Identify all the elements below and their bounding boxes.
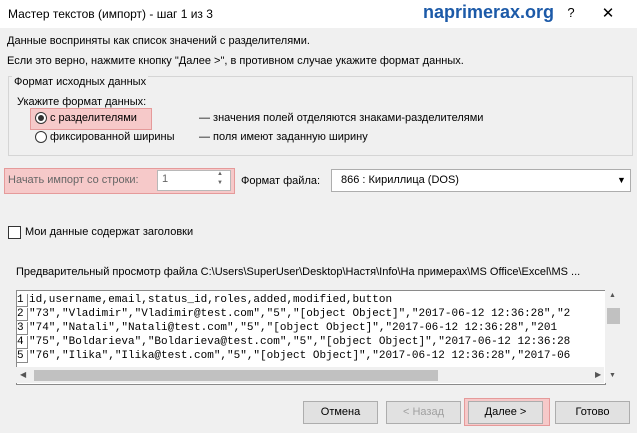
row-number: 3 — [17, 322, 28, 335]
back-button[interactable]: < Назад — [386, 401, 461, 424]
row-number: 1 — [17, 294, 28, 307]
row-number: 2 — [17, 308, 28, 321]
row-text: id,username,email,status_id,roles,added,… — [29, 294, 393, 306]
intro-line-2: Если это верно, нажмите кнопку "Далее >"… — [7, 55, 464, 67]
row-text: "76","Ilika","Ilika@test.com","5","[obje… — [29, 350, 571, 362]
file-format-value[interactable]: 866 : Кириллица (DOS) — [341, 174, 459, 186]
vertical-scroll-thumb[interactable] — [607, 308, 620, 324]
start-row-label: Начать импорт со строки: — [8, 174, 139, 186]
fixed-width-radio-label[interactable]: фиксированной ширины — [50, 131, 175, 143]
scroll-down-icon[interactable]: ▼ — [609, 372, 616, 379]
delimited-radio-label[interactable]: с разделителями — [50, 112, 137, 124]
finish-button[interactable]: Готово — [555, 401, 630, 424]
cancel-button[interactable]: Отмена — [303, 401, 378, 424]
spin-up-icon[interactable]: ▲ — [217, 171, 223, 177]
chevron-down-icon[interactable]: ▼ — [613, 169, 631, 192]
headers-checkbox-label[interactable]: Мои данные содержат заголовки — [25, 226, 193, 238]
row-text: "75","Boldarieva","Boldarieva@test.com",… — [29, 336, 571, 348]
source-format-title: Формат исходных данных — [12, 76, 149, 88]
help-button[interactable]: ? — [562, 5, 580, 23]
source-format-subtitle: Укажите формат данных: — [17, 96, 147, 108]
close-button[interactable]: ✕ — [598, 4, 618, 24]
file-format-label: Формат файла: — [241, 175, 321, 187]
row-text: "74","Natali","Natali@test.com","5","[ob… — [29, 322, 558, 334]
scroll-left-icon[interactable]: ◀ — [20, 370, 26, 379]
horizontal-scroll-thumb[interactable] — [34, 370, 438, 381]
delimited-radio[interactable] — [35, 112, 47, 124]
preview-row: 5 "76","Ilika","Ilika@test.com","5","[obj… — [17, 350, 570, 363]
preview-row: 4 "75","Boldarieva","Boldarieva@test.com"… — [17, 336, 570, 349]
preview-row: 3 "74","Natali","Natali@test.com","5","[o… — [17, 322, 557, 335]
intro-line-1: Данные восприняты как список значений с … — [7, 35, 310, 47]
row-text: "73","Vladimir","Vladimir@test.com","5",… — [29, 308, 571, 320]
row-number: 5 — [17, 350, 28, 363]
window-title: Мастер текстов (импорт) - шаг 1 из 3 — [8, 7, 213, 21]
delimited-description: — значения полей отделяются знаками-разд… — [199, 112, 484, 124]
fixed-width-radio[interactable] — [35, 131, 47, 143]
watermark: naprimerax.org — [423, 2, 555, 22]
scroll-right-icon[interactable]: ▶ — [595, 370, 601, 379]
headers-checkbox[interactable] — [8, 226, 21, 239]
fixed-width-description: — поля имеют заданную ширину — [199, 131, 368, 143]
vertical-scrollbar[interactable] — [605, 290, 622, 383]
row-number: 4 — [17, 336, 28, 349]
scroll-up-icon[interactable]: ▲ — [609, 292, 616, 299]
next-button[interactable]: Далее > — [468, 401, 543, 424]
start-row-value[interactable]: 1 — [162, 173, 168, 185]
preview-label: Предварительный просмотр файла C:\Users\… — [16, 266, 581, 278]
preview-row: 1 id,username,email,status_id,roles,added… — [17, 294, 392, 307]
preview-row: 2 "73","Vladimir","Vladimir@test.com","5"… — [17, 308, 570, 321]
spin-down-icon[interactable]: ▼ — [217, 180, 223, 186]
